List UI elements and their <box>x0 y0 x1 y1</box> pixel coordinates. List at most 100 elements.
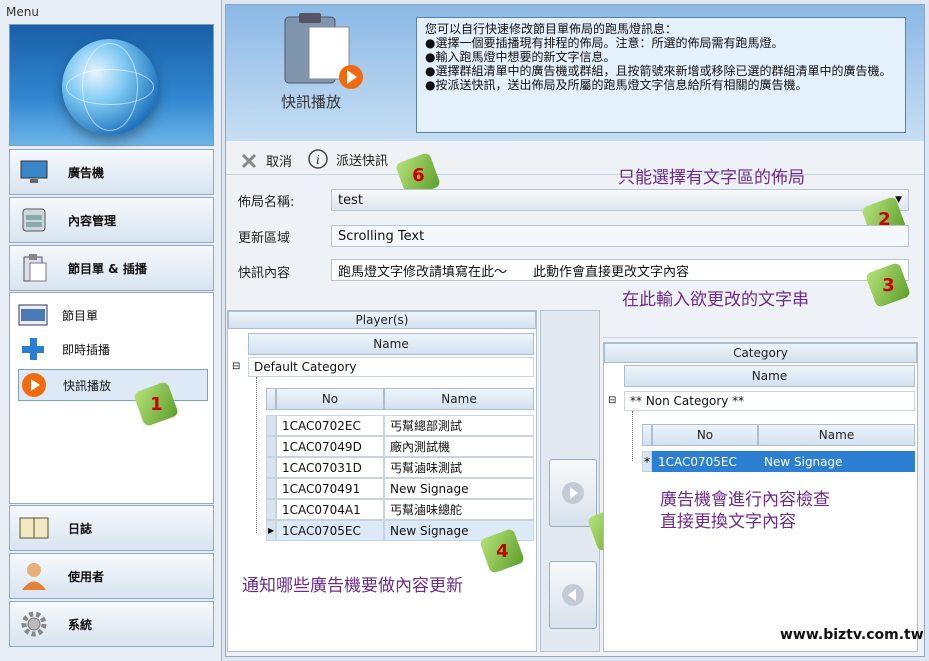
menu-item-label: 日誌 <box>68 521 93 536</box>
toolbar: 取消 i 派送快訊 6 <box>226 145 924 199</box>
annotation-text-hint: 在此輸入欲更改的文字串 <box>622 290 809 310</box>
players-title: Player(s) <box>228 311 536 329</box>
watermark: www.biztv.com.tw <box>780 627 924 643</box>
col-no-header[interactable]: No <box>276 388 384 410</box>
flash-clipboard-icon <box>284 13 363 89</box>
tree-line <box>256 377 257 533</box>
submenu-label: 即時插播 <box>62 342 111 357</box>
table-row[interactable]: 1CAC07031D 丐幫滷味測試 <box>266 457 534 478</box>
category-toolbar <box>603 310 918 338</box>
submenu-label: 快訊播放 <box>63 378 112 393</box>
table-row[interactable]: 1CAC0704A1 丐幫滷味總舵 <box>266 499 534 520</box>
play-icon <box>19 373 49 397</box>
clipboard-icon <box>18 253 50 283</box>
remove-from-category-button[interactable] <box>549 561 597 629</box>
table-row-selected[interactable]: * 1CAC0705EC New Signage <box>642 451 915 472</box>
tree-line <box>632 411 633 461</box>
content-label: 快訊內容 <box>238 266 291 281</box>
cell-no: 1CAC0705EC <box>652 451 758 472</box>
category-title: Category <box>604 343 917 363</box>
cell-name: New Signage <box>758 451 915 472</box>
submenu-item-insert[interactable]: 即時插播 <box>18 333 208 365</box>
menu-item-schedule[interactable]: 節目單 & 插播 <box>9 245 214 291</box>
cell-name: 丐幫滷味測試 <box>384 457 534 478</box>
svg-text:i: i <box>316 153 320 167</box>
category-panel: Category Name ⊟ ** Non Category ** No Na… <box>603 342 924 652</box>
table-row[interactable]: 1CAC070491 New Signage <box>266 478 534 499</box>
info-line: ●選擇群組清單中的廣告機或群組，且按箭號來新增或移除已選的群組清單中的廣告機。 <box>425 64 892 78</box>
cell-name: New Signage <box>384 478 534 499</box>
cell-no: 1CAC0702EC <box>276 415 384 436</box>
schedule-icon <box>18 303 48 327</box>
menu-item-content[interactable]: 內容管理 <box>9 197 214 243</box>
menu-title: Menu <box>6 5 39 19</box>
menu-item-system[interactable]: 系統 <box>9 601 214 647</box>
main-panel: 快訊播放 您可以自行快速修改節目單佈局的跑馬燈訊息： ●選擇一個要插播現有排程的… <box>225 4 925 657</box>
content-value: 跑馬燈文字修改請填寫在此～ 此動作會直接更改文字內容 <box>338 264 690 280</box>
menu-item-label: 使用者 <box>68 569 105 584</box>
close-icon <box>241 153 257 168</box>
submenu-panel: 節目單 即時插播 快訊播放 <box>9 292 214 504</box>
players-grid: No Name 1CAC0702EC 丐幫總部測試 1CAC07049D 廠內測試機… <box>266 388 534 541</box>
arrow-left-icon <box>562 584 584 606</box>
col-name-header[interactable]: Name <box>758 424 915 446</box>
info-line: ●選擇一個要插播現有排程的佈局。注意：所選的佈局需有跑馬燈。 <box>425 36 784 50</box>
menu-item-label: 系統 <box>68 617 93 632</box>
annotation-replace-hint: 直接更換文字內容 <box>660 512 796 532</box>
cell-name: 廠內測試機 <box>384 436 534 457</box>
menu-item-log[interactable]: 日誌 <box>9 505 214 551</box>
layout-value: test <box>338 192 363 208</box>
category-grid: No Name * 1CAC0705EC New Signage <box>642 424 915 472</box>
region-value: Scrolling Text <box>338 228 425 244</box>
cancel-label: 取消 <box>266 155 293 170</box>
asterisk-icon: * <box>642 451 652 472</box>
collapse-icon[interactable]: ⊟ <box>232 361 240 372</box>
content-input[interactable]: 跑馬燈文字修改請填寫在此～ 此動作會直接更改文字內容 <box>331 259 909 281</box>
players-name-header[interactable]: Name <box>248 333 534 355</box>
menu-item-label: 廣告機 <box>68 165 105 180</box>
submenu-label: 節目單 <box>62 308 99 323</box>
cell-no: 1CAC07049D <box>276 436 384 457</box>
col-name-header[interactable]: Name <box>384 388 534 410</box>
monitor-icon <box>18 157 50 187</box>
annotation-layout-hint: 只能選擇有文字區的佈局 <box>618 168 805 188</box>
cancel-button[interactable]: 取消 <box>240 151 292 170</box>
globe-icon <box>62 39 158 135</box>
plus-icon <box>18 337 48 361</box>
category-name-header[interactable]: Name <box>624 365 915 387</box>
arrow-right-icon <box>562 482 584 504</box>
send-label: 派送快訊 <box>336 153 389 169</box>
menu-item-user[interactable]: 使用者 <box>9 553 214 599</box>
info-icon: i <box>308 149 328 169</box>
submenu-item-schedule[interactable]: 節目單 <box>18 299 208 331</box>
table-row[interactable]: 1CAC0702EC 丐幫總部測試 <box>266 415 534 436</box>
cell-name: 丐幫滷味總舵 <box>384 499 534 520</box>
header-label: 快訊播放 <box>281 93 342 111</box>
region-label: 更新區域 <box>238 231 291 246</box>
send-flash-button[interactable]: i 派送快訊 <box>308 149 388 169</box>
cell-no: 1CAC070491 <box>276 478 384 499</box>
annotation-notify-hint: 通知哪些廣告機要做內容更新 <box>242 576 463 596</box>
menu-item-signage[interactable]: 廣告機 <box>9 149 214 195</box>
default-category-row[interactable]: Default Category <box>248 357 534 377</box>
cell-no: 1CAC07031D <box>276 457 384 478</box>
transfer-column <box>540 310 600 652</box>
players-panel: Player(s) Name ⊟ Default Category No Nam… <box>227 310 537 652</box>
info-line: 您可以自行快速修改節目單佈局的跑馬燈訊息： <box>425 22 678 36</box>
col-no-header[interactable]: No <box>652 424 758 446</box>
cell-no: 1CAC0704A1 <box>276 499 384 520</box>
info-line: ●輸入跑馬燈中想要的新文字信息。 <box>425 50 616 64</box>
collapse-icon[interactable]: ⊟ <box>608 395 616 406</box>
row-pointer-icon: ▶ <box>266 520 276 541</box>
region-field: Scrolling Text <box>331 225 909 247</box>
gear-icon <box>18 609 50 639</box>
header-panel: 快訊播放 您可以自行快速修改節目單佈局的跑馬燈訊息： ●選擇一個要插播現有排程的… <box>226 5 924 141</box>
menu-item-label: 內容管理 <box>68 213 117 228</box>
user-icon <box>18 561 50 591</box>
drawer-icon <box>18 205 50 235</box>
layout-label: 佈局名稱: <box>238 195 295 210</box>
table-row[interactable]: 1CAC07049D 廠內測試機 <box>266 436 534 457</box>
non-category-row[interactable]: ** Non Category ** <box>624 391 915 411</box>
submenu-item-flash[interactable]: 快訊播放 <box>18 369 208 401</box>
layout-select[interactable]: test ▼ <box>331 189 909 211</box>
